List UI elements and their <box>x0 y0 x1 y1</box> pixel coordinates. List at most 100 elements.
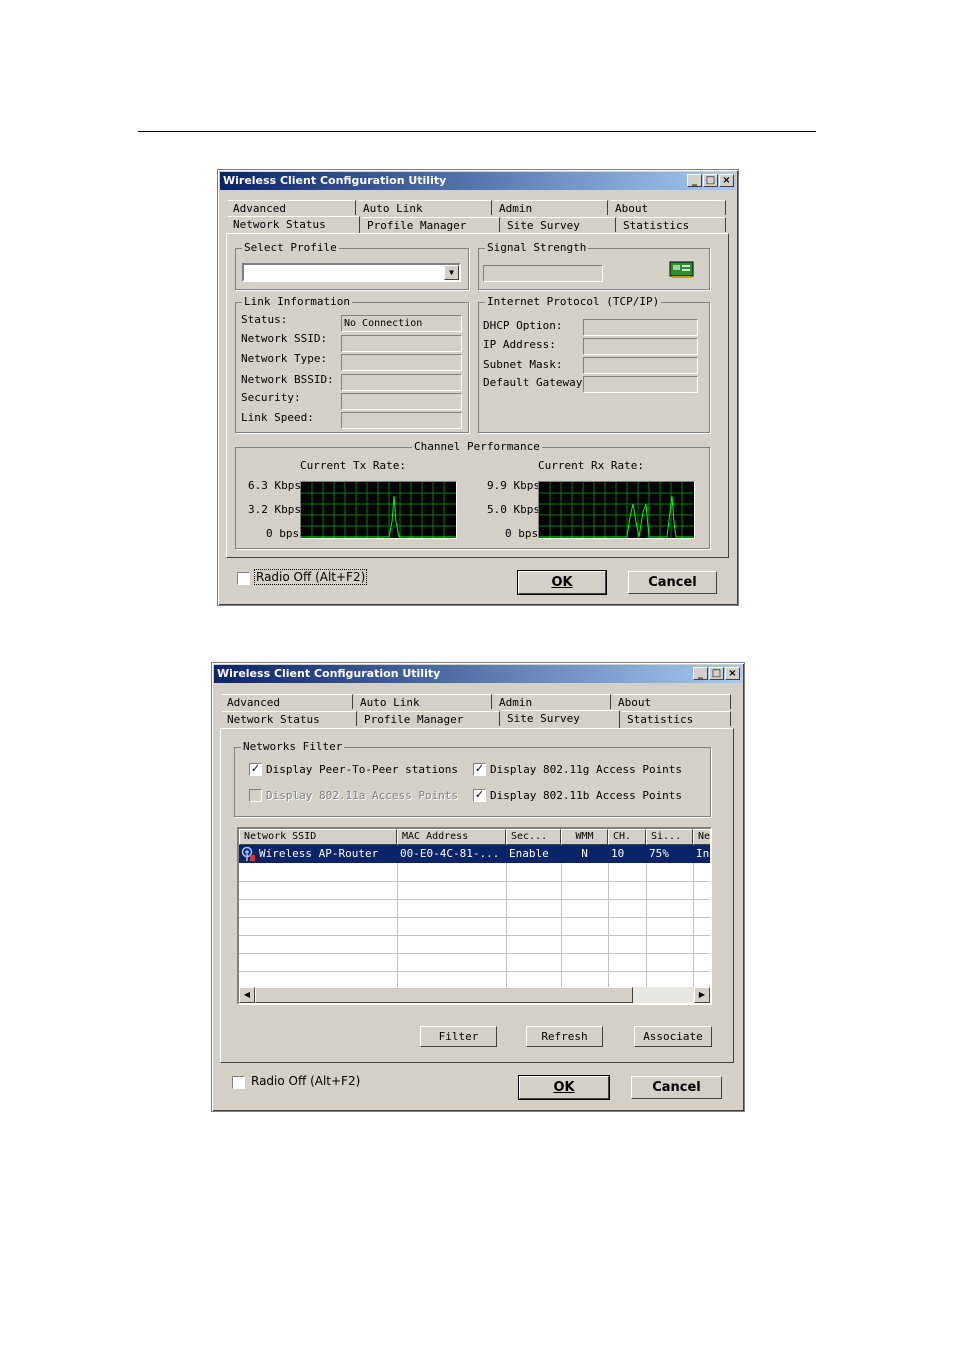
associate-button[interactable]: Associate <box>634 1026 712 1047</box>
config-window-network-status: Wireless Client Configuration Utility _ □… <box>217 169 739 606</box>
peer-to-peer-checkbox[interactable]: ✓ <box>249 763 262 776</box>
horizontal-scrollbar[interactable]: ◀ ▶ <box>239 987 710 1003</box>
tab-site-survey[interactable]: Site Survey <box>502 710 620 728</box>
row-divider <box>239 881 710 882</box>
link-speed-label: Link Speed: <box>241 411 314 424</box>
tx-rate-label: Current Tx Rate: <box>300 459 406 472</box>
80211b-checkbox[interactable]: ✓ <box>473 789 486 802</box>
rx-rate-label: Current Rx Rate: <box>538 459 644 472</box>
status-label: Status: <box>241 313 288 326</box>
signal-strength-group: Signal Strength <box>478 241 710 290</box>
tab-site-survey[interactable]: Site Survey <box>502 217 616 232</box>
network-type-field <box>341 354 462 371</box>
column-mac-address[interactable]: MAC Address <box>397 829 506 845</box>
tab-statistics[interactable]: Statistics <box>622 711 731 726</box>
col-divider <box>693 863 694 987</box>
80211g-label[interactable]: Display 802.11g Access Points <box>490 763 682 777</box>
tab-auto-link[interactable]: Auto Link <box>355 694 492 709</box>
ok-button[interactable]: OK <box>518 1075 610 1100</box>
radio-off-label[interactable]: Radio Off (Alt+F2) <box>251 1074 360 1088</box>
link-speed-field <box>341 412 462 429</box>
80211g-checkbox[interactable]: ✓ <box>473 763 486 776</box>
column-security[interactable]: Sec... <box>506 829 561 845</box>
radio-off-checkbox[interactable] <box>232 1076 245 1089</box>
window-title: Wireless Client Configuration Utility <box>217 667 441 680</box>
link-information-group: Link Information Status: No Connection N… <box>235 295 469 433</box>
chevron-down-icon[interactable]: ▼ <box>444 265 459 280</box>
scroll-right-icon[interactable]: ▶ <box>694 987 710 1003</box>
tab-admin[interactable]: Admin <box>494 694 611 709</box>
column-channel[interactable]: CH. <box>608 829 646 845</box>
column-network-type[interactable]: Ne <box>693 829 710 845</box>
tab-network-status[interactable]: Network Status <box>222 711 357 726</box>
tx-tick-high: 6.3 Kbps <box>248 479 301 492</box>
default-gateway-label: Default Gateway: <box>483 376 589 389</box>
maximize-icon[interactable]: □ <box>703 174 718 187</box>
title-bar: Wireless Client Configuration Utility _ □… <box>220 172 736 190</box>
tab-panel: Select Profile ▼ Signal Strength Link In… <box>226 233 729 558</box>
rx-tick-low: 0 bps <box>505 527 539 540</box>
radio-off-checkbox[interactable] <box>237 572 250 585</box>
tab-about[interactable]: About <box>613 694 731 709</box>
scroll-left-icon[interactable]: ◀ <box>239 987 255 1003</box>
tab-network-status[interactable]: Network Status <box>228 216 360 234</box>
channel-performance-label: Channel Performance <box>412 440 542 454</box>
signal-strength-label: Signal Strength <box>485 241 589 255</box>
access-point-icon <box>241 846 257 862</box>
channel-performance-group: Channel Performance Current Tx Rate: 6.3… <box>235 440 710 549</box>
status-field: No Connection <box>341 315 462 332</box>
peer-to-peer-label[interactable]: Display Peer-To-Peer stations <box>266 763 458 777</box>
tab-profile-manager[interactable]: Profile Manager <box>362 217 500 232</box>
tab-admin[interactable]: Admin <box>494 200 608 215</box>
rx-rate-graph <box>538 481 695 539</box>
column-wmm[interactable]: WMM <box>561 829 608 845</box>
col-divider <box>506 863 507 987</box>
scrollbar-thumb[interactable] <box>255 987 633 1003</box>
cell-ssid: Wireless AP-Router <box>259 847 379 860</box>
tab-advanced[interactable]: Advanced <box>228 200 356 215</box>
radio-off-label[interactable]: Radio Off (Alt+F2) <box>253 569 368 585</box>
col-divider <box>561 863 562 987</box>
tab-profile-manager[interactable]: Profile Manager <box>359 711 500 726</box>
security-label: Security: <box>241 391 301 404</box>
cancel-button[interactable]: Cancel <box>631 1076 722 1099</box>
network-list[interactable]: Network SSID MAC Address Sec... WMM CH. … <box>237 827 712 1005</box>
refresh-button[interactable]: Refresh <box>526 1026 603 1047</box>
minimize-icon[interactable]: _ <box>687 174 702 187</box>
cancel-button[interactable]: Cancel <box>628 571 717 594</box>
tab-statistics[interactable]: Statistics <box>618 217 726 232</box>
80211b-label[interactable]: Display 802.11b Access Points <box>490 789 682 803</box>
minimize-icon[interactable]: _ <box>693 667 708 680</box>
ok-button[interactable]: OK <box>517 570 607 595</box>
security-field <box>341 393 462 410</box>
cell-mac: 00-E0-4C-81-... <box>400 847 500 860</box>
close-icon[interactable]: × <box>719 174 734 187</box>
dhcp-option-field <box>583 319 698 336</box>
row-divider <box>239 971 710 972</box>
tx-tick-mid: 3.2 Kbps <box>248 503 301 516</box>
cell-security: Enable <box>509 847 549 860</box>
tx-rate-graph <box>300 481 457 539</box>
tab-about[interactable]: About <box>610 200 726 215</box>
rx-tick-high: 9.9 Kbps <box>487 479 540 492</box>
row-divider <box>239 917 710 918</box>
page-rule <box>138 131 816 132</box>
maximize-icon[interactable]: □ <box>709 667 724 680</box>
column-network-ssid[interactable]: Network SSID <box>239 829 397 845</box>
close-icon[interactable]: × <box>725 667 740 680</box>
tab-auto-link[interactable]: Auto Link <box>358 200 492 215</box>
row-divider <box>239 899 710 900</box>
tab-advanced[interactable]: Advanced <box>222 694 353 709</box>
profile-select[interactable]: ▼ <box>242 263 461 282</box>
column-signal[interactable]: Si... <box>646 829 693 845</box>
subnet-mask-label: Subnet Mask: <box>483 358 563 371</box>
tcpip-label: Internet Protocol (TCP/IP) <box>485 295 662 309</box>
tx-tick-low: 0 bps <box>266 527 300 540</box>
dhcp-option-label: DHCP Option: <box>483 319 563 332</box>
table-row[interactable]: Wireless AP-Router 00-E0-4C-81-... Enabl… <box>239 845 710 863</box>
networks-filter-group: Networks Filter ✓ Display Peer-To-Peer s… <box>234 740 711 817</box>
window-title: Wireless Client Configuration Utility <box>223 174 447 187</box>
row-divider <box>239 935 710 936</box>
config-window-site-survey: Wireless Client Configuration Utility _ □… <box>211 662 745 1112</box>
filter-button[interactable]: Filter <box>420 1026 497 1047</box>
